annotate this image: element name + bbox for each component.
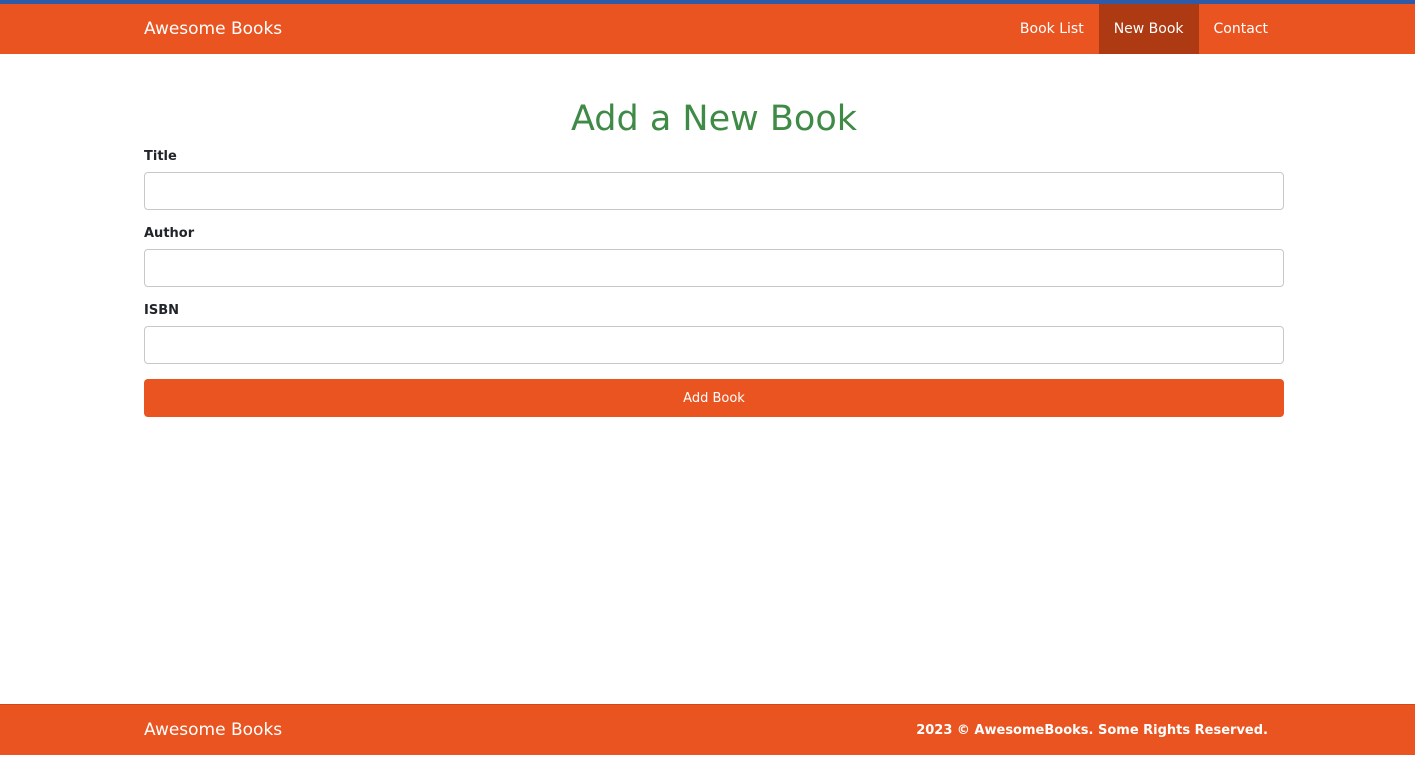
main-content: Add a New Book Title Author ISBN Add Boo… [144, 54, 1284, 417]
author-input[interactable] [144, 249, 1284, 287]
page-title: Add a New Book [570, 99, 858, 139]
add-book-button[interactable]: Add Book [144, 379, 1284, 417]
nav-item-book-list: Book List [1005, 4, 1099, 54]
isbn-input[interactable] [144, 326, 1284, 364]
navbar: Awesome Books Book List New Book Contact [0, 4, 1415, 54]
title-input[interactable] [144, 172, 1284, 210]
navbar-brand[interactable]: Awesome Books [144, 4, 282, 54]
nav-link-new-book[interactable]: New Book [1098, 4, 1199, 54]
add-book-form: Title Author ISBN Add Book [144, 150, 1284, 417]
nav-link-contact[interactable]: Contact [1199, 4, 1283, 54]
footer-copyright: 2023 © AwesomeBooks. Some Rights Reserve… [916, 723, 1268, 738]
isbn-label: ISBN [144, 303, 179, 318]
title-group: Title [144, 150, 1284, 210]
nav-item-new-book: New Book [1098, 4, 1199, 54]
title-label: Title [144, 149, 177, 164]
isbn-group: ISBN [144, 304, 1284, 364]
footer-brand: Awesome Books [144, 720, 283, 740]
author-group: Author [144, 227, 1284, 287]
footer: Awesome Books 2023 © AwesomeBooks. Some … [0, 704, 1415, 755]
author-label: Author [144, 226, 195, 241]
nav-item-contact: Contact [1199, 4, 1283, 54]
nav-links: Book List New Book Contact [1005, 4, 1283, 54]
nav-link-book-list[interactable]: Book List [1005, 4, 1099, 54]
